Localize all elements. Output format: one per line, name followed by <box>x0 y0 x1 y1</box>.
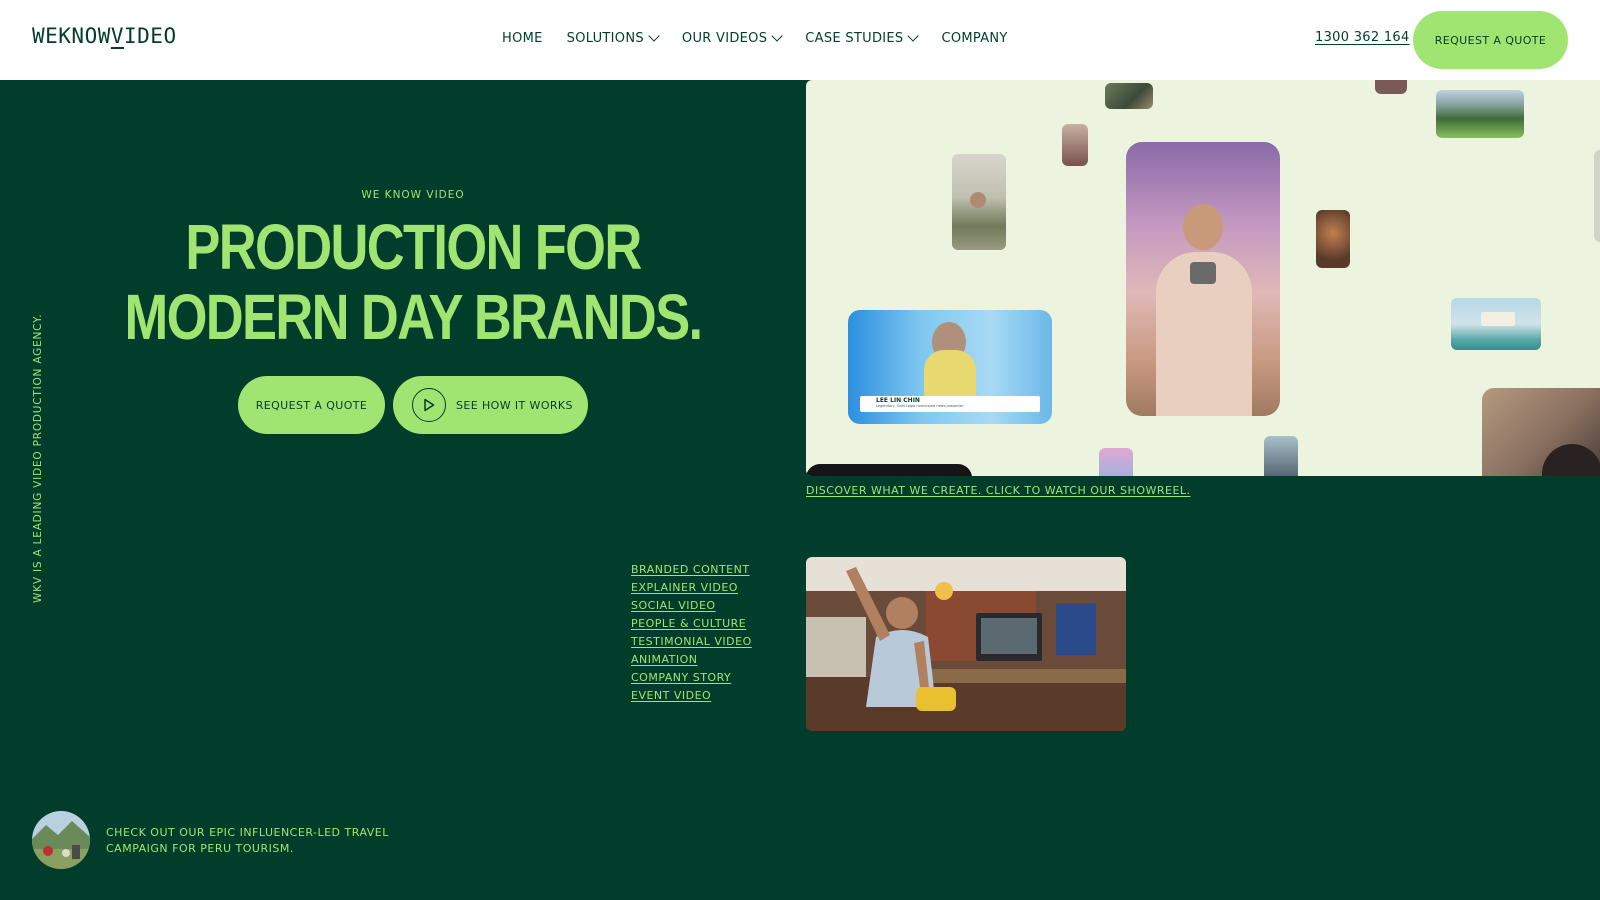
nav-item-home[interactable]: HOME <box>502 31 543 46</box>
category-link-explainer-video[interactable]: EXPLAINER VIDEO <box>631 581 738 594</box>
hero-title-line2: MODERN DAY BRANDS. <box>124 281 704 353</box>
showreel-tile-phone-left <box>1062 124 1088 166</box>
site-header: WEKNOWVIDEO HOME SOLUTIONS OUR VIDEOS CA… <box>0 0 1600 80</box>
side-tagline-text: WKV IS A LEADING VIDEO PRODUCTION AGENCY… <box>32 313 44 603</box>
showreel-tile-beach-sign <box>1451 298 1541 350</box>
nav-item-solutions[interactable]: SOLUTIONS <box>566 30 660 46</box>
list-item: EVENT VIDEO <box>631 684 752 702</box>
showreel-tile-woman-chair <box>952 154 1006 250</box>
list-item: COMPANY STORY <box>631 666 752 684</box>
chevron-down-icon <box>907 30 920 42</box>
chevron-down-icon <box>771 30 783 42</box>
category-link-animation[interactable]: ANIMATION <box>631 653 698 666</box>
list-item: ANIMATION <box>631 648 752 666</box>
promo-avatar[interactable] <box>32 811 90 869</box>
category-link-company-story[interactable]: COMPANY STORY <box>631 671 731 684</box>
list-item: PEOPLE & CULTURE <box>631 612 752 630</box>
chevron-down-icon <box>648 30 660 42</box>
peru-travel-thumbnail <box>32 811 90 869</box>
side-tagline: WKV IS A LEADING VIDEO PRODUCTION AGENCY… <box>32 314 46 603</box>
see-how-it-works-button[interactable]: SEE HOW IT WORKS <box>393 376 588 434</box>
nav-item-case-studies[interactable]: CASE STUDIES <box>805 30 920 46</box>
showreel-tile-news-presenter: LEE LIN CHIN Legendary, Gold Logie nomin… <box>848 310 1052 424</box>
hero-title-line1: PRODUCTION FOR <box>185 211 642 283</box>
video-category-list: BRANDED CONTENT EXPLAINER VIDEO SOCIAL V… <box>631 558 752 702</box>
list-item: TESTIMONIAL VIDEO <box>631 630 752 648</box>
showreel-tile-bottom-people <box>1264 436 1298 476</box>
logo-text-we-know: WEKNOW <box>32 24 111 48</box>
showreel-tile-man-camera <box>1126 142 1280 416</box>
nav-item-company[interactable]: COMPANY <box>941 31 1007 46</box>
studio-illustration <box>806 557 1126 731</box>
nav-item-label: OUR VIDEOS <box>681 31 768 46</box>
showreel-tile-food <box>1316 210 1350 268</box>
hero-eyebrow: WE KNOW VIDEO <box>361 189 465 201</box>
nav-item-our-videos[interactable]: OUR VIDEOS <box>681 30 783 46</box>
featured-category-image[interactable] <box>806 557 1126 731</box>
list-item: BRANDED CONTENT <box>631 558 752 576</box>
header-request-quote-button[interactable]: REQUEST A QUOTE <box>1413 11 1568 69</box>
showreel-tile-bottom-dark <box>806 464 972 476</box>
category-link-social-video[interactable]: SOCIAL VIDEO <box>631 599 716 612</box>
list-item: SOCIAL VIDEO <box>631 594 752 612</box>
category-link-event-video[interactable]: EVENT VIDEO <box>631 689 711 702</box>
list-item: EXPLAINER VIDEO <box>631 576 752 594</box>
logo-text-v: V <box>110 24 125 48</box>
hero-title: PRODUCTION FOR MODERN DAY BRANDS. <box>74 212 751 352</box>
nav-item-label: CASE STUDIES <box>805 31 904 46</box>
logo[interactable]: WEKNOWVIDEO <box>32 24 177 48</box>
showreel-tile-bottom-pink <box>1099 448 1133 476</box>
logo-text-ideo: IDEO <box>124 24 177 48</box>
phone-link[interactable]: 1300 362 164 <box>1315 30 1410 45</box>
showreel-link[interactable]: DISCOVER WHAT WE CREATE. CLICK TO WATCH … <box>806 484 1191 497</box>
category-link-testimonial-video[interactable]: TESTIMONIAL VIDEO <box>631 635 752 648</box>
showreel-tile-bottom-right-face <box>1482 388 1600 476</box>
showreel-collage[interactable]: LEE LIN CHIN Legendary, Gold Logie nomin… <box>806 80 1600 476</box>
showreel-tile-person <box>1375 80 1407 94</box>
category-link-people-culture[interactable]: PEOPLE & CULTURE <box>631 617 746 630</box>
nav-item-label: SOLUTIONS <box>566 31 644 46</box>
main-nav: HOME SOLUTIONS OUR VIDEOS CASE STUDIES C… <box>502 30 1008 46</box>
category-link-branded-content[interactable]: BRANDED CONTENT <box>631 563 750 576</box>
nav-item-label: HOME <box>502 31 543 46</box>
showreel-tile-stadium <box>1436 90 1524 138</box>
showreel-tile-right-edge <box>1594 150 1600 242</box>
nav-item-label: COMPANY <box>941 31 1008 46</box>
showreel-tile-group <box>1105 83 1153 109</box>
hero-request-quote-button[interactable]: REQUEST A QUOTE <box>238 376 385 434</box>
promo-text[interactable]: CHECK OUT OUR EPIC INFLUENCER-LED TRAVEL… <box>106 825 406 857</box>
play-circle-icon <box>412 388 446 422</box>
see-how-it-works-label: SEE HOW IT WORKS <box>456 398 573 412</box>
news-lower-third-sub: Legendary, Gold Logie nominated news pre… <box>876 404 964 408</box>
